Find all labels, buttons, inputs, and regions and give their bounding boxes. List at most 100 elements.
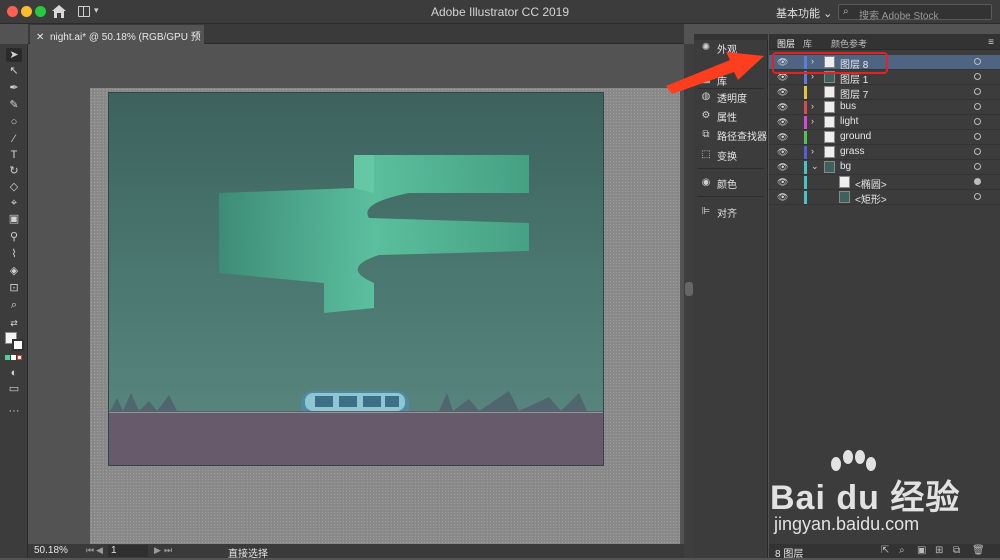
dock-item-transform[interactable]: ⬚ 变换 xyxy=(700,147,737,163)
target-circle-icon[interactable] xyxy=(974,163,981,170)
document-tab[interactable]: ✕ night.ai* @ 50.18% (RGB/GPU 预览) xyxy=(30,25,204,58)
layer-name[interactable]: bg xyxy=(840,161,851,172)
visibility-eye-icon[interactable]: 👁 xyxy=(777,117,788,127)
artboard-tool-icon[interactable]: ⊡ xyxy=(6,281,22,295)
swap-colors-icon[interactable]: ⇄ xyxy=(6,316,22,330)
layer-name[interactable]: grass xyxy=(840,146,864,157)
screen-mode-icon[interactable]: ▭ xyxy=(6,382,22,396)
eraser-tool-icon[interactable]: ◇ xyxy=(6,180,22,194)
tab-layers[interactable]: 图层 xyxy=(777,37,795,50)
adobe-stock-search-input[interactable]: ⌕ 搜索 Adobe Stock xyxy=(838,4,992,22)
layer-name[interactable]: <矩形> xyxy=(855,191,887,206)
none-mode-icon[interactable] xyxy=(17,355,22,360)
sublayer-row[interactable]: 👁 <矩形> xyxy=(769,190,1000,206)
width-tool-icon[interactable]: ⌖ xyxy=(6,196,22,210)
visibility-eye-icon[interactable]: 👁 xyxy=(777,102,788,112)
layer-row[interactable]: 👁 图层 7 xyxy=(769,85,1000,101)
next-artboard-icon[interactable]: ▶ xyxy=(154,545,161,556)
layer-color-bar xyxy=(804,191,807,204)
type-tool-icon[interactable]: T xyxy=(6,148,22,162)
layer-row[interactable]: 👁 › grass xyxy=(769,145,1000,160)
ellipse-tool-icon[interactable]: ○ xyxy=(6,115,22,129)
dock-item-label: 变换 xyxy=(717,151,737,163)
paintbrush-tool-icon[interactable]: ⁄ xyxy=(6,132,22,146)
workspace-switcher[interactable]: 基本功能 ⌄ xyxy=(776,5,832,21)
eyedropper-tool-icon[interactable]: ⚲ xyxy=(6,230,22,244)
target-circle-icon[interactable] xyxy=(974,178,981,185)
canvas-area[interactable] xyxy=(28,44,684,546)
close-icon[interactable]: ✕ xyxy=(36,32,44,43)
layer-color-bar xyxy=(804,146,807,159)
dock-item-label: 对齐 xyxy=(717,208,737,220)
visibility-eye-icon[interactable]: 👁 xyxy=(777,177,788,187)
layer-row[interactable]: 👁 › bus xyxy=(769,100,1000,115)
color-mode-icon[interactable] xyxy=(5,355,10,360)
dock-item-align[interactable]: ⊫ 对齐 xyxy=(700,204,737,220)
dock-item-pathfinder[interactable]: ⧉ 路径查找器 xyxy=(700,127,767,143)
watermark-url: jingyan.baidu.com xyxy=(774,514,920,534)
scrollbar-thumb[interactable] xyxy=(685,282,693,296)
target-circle-icon[interactable] xyxy=(974,118,981,125)
pen-tool-icon[interactable]: ✒ xyxy=(6,81,22,95)
layer-row[interactable]: 👁 › light xyxy=(769,115,1000,130)
tab-libraries[interactable]: 库 xyxy=(803,37,812,50)
blend-tool-icon[interactable]: ⌇ xyxy=(6,247,22,261)
title-bar: ▾ Adobe Illustrator CC 2019 基本功能 ⌄ ⌕ 搜索 … xyxy=(0,0,1000,24)
layer-color-bar xyxy=(804,176,807,189)
dock-item-label: 颜色 xyxy=(717,179,737,191)
watermark-brand: Bai du 经验 xyxy=(770,479,961,517)
vertical-scrollbar[interactable] xyxy=(684,44,694,558)
target-circle-icon[interactable] xyxy=(974,58,981,65)
target-circle-icon[interactable] xyxy=(974,103,981,110)
visibility-eye-icon[interactable]: 👁 xyxy=(777,147,788,157)
rotate-tool-icon[interactable]: ↻ xyxy=(6,164,22,178)
shape-builder-tool-icon[interactable]: ◈ xyxy=(6,264,22,278)
chevron-down-icon[interactable]: ⌄ xyxy=(811,161,819,172)
first-artboard-icon[interactable]: ⏮ xyxy=(86,545,94,556)
curvature-tool-icon[interactable]: ✎ xyxy=(6,98,22,112)
panel-menu-icon[interactable]: ≡ xyxy=(988,37,994,48)
search-icon: ⌕ xyxy=(843,6,849,17)
target-circle-icon[interactable] xyxy=(974,73,981,80)
dock-item-properties[interactable]: ⚙ 属性 xyxy=(700,108,737,124)
target-circle-icon[interactable] xyxy=(974,148,981,155)
gradient-tool-icon[interactable]: ▣ xyxy=(6,212,22,226)
visibility-eye-icon[interactable]: 👁 xyxy=(777,87,788,97)
sublayer-row[interactable]: 👁 <椭圆> xyxy=(769,175,1000,191)
direct-selection-tool-icon[interactable]: ↖ xyxy=(6,64,22,78)
visibility-eye-icon[interactable]: 👁 xyxy=(777,162,788,172)
zoom-tool-icon[interactable]: ⌕ xyxy=(6,298,22,312)
tools-panel: ➤ ↖ ✒ ✎ ○ ⁄ T ↻ ◇ ⌖ ▣ ⚲ ⌇ ◈ ⊡ ⌕ ⇄ ◐ ▭ ··… xyxy=(0,44,28,558)
visibility-eye-icon[interactable]: 👁 xyxy=(777,192,788,202)
layer-name[interactable]: 图层 7 xyxy=(840,86,868,101)
target-circle-icon[interactable] xyxy=(974,193,981,200)
draw-mode-icon[interactable]: ◐ xyxy=(6,366,22,380)
chevron-right-icon[interactable]: › xyxy=(811,101,814,111)
previous-artboard-icon[interactable]: ◀ xyxy=(96,545,103,556)
layer-thumbnail xyxy=(824,146,835,158)
selection-tool-icon[interactable]: ➤ xyxy=(6,48,22,62)
layer-row[interactable]: 👁 ⌄ bg xyxy=(769,160,1000,175)
target-circle-icon[interactable] xyxy=(974,88,981,95)
more-tools-icon[interactable]: ··· xyxy=(6,404,22,418)
layer-name[interactable]: <椭圆> xyxy=(855,176,887,191)
last-artboard-icon[interactable]: ⏭ xyxy=(164,545,172,556)
stroke-swatch[interactable] xyxy=(12,339,24,351)
status-bar: 50.18% ⏮ ◀ 1 ▶ ⏭ 直接选择 xyxy=(28,544,684,560)
zoom-level[interactable]: 50.18% xyxy=(34,545,68,556)
layer-name[interactable]: ground xyxy=(840,131,871,142)
dock-item-color[interactable]: ◉ 颜色 xyxy=(700,175,737,191)
gradient-mode-icon[interactable] xyxy=(11,355,16,360)
layer-name[interactable]: bus xyxy=(840,101,856,112)
visibility-eye-icon[interactable]: 👁 xyxy=(777,132,788,142)
tab-color-guide[interactable]: 颜色参考 xyxy=(831,37,867,50)
chevron-right-icon[interactable]: › xyxy=(811,146,814,156)
artboard-number-input[interactable]: 1 xyxy=(108,545,148,557)
layer-row[interactable]: 👁 ground xyxy=(769,130,1000,145)
target-circle-icon[interactable] xyxy=(974,133,981,140)
chevron-right-icon[interactable]: › xyxy=(811,116,814,126)
transform-icon: ⬚ xyxy=(701,149,711,160)
color-icon: ◉ xyxy=(701,177,711,188)
layer-name[interactable]: light xyxy=(840,116,858,127)
layer-thumbnail xyxy=(824,161,835,173)
